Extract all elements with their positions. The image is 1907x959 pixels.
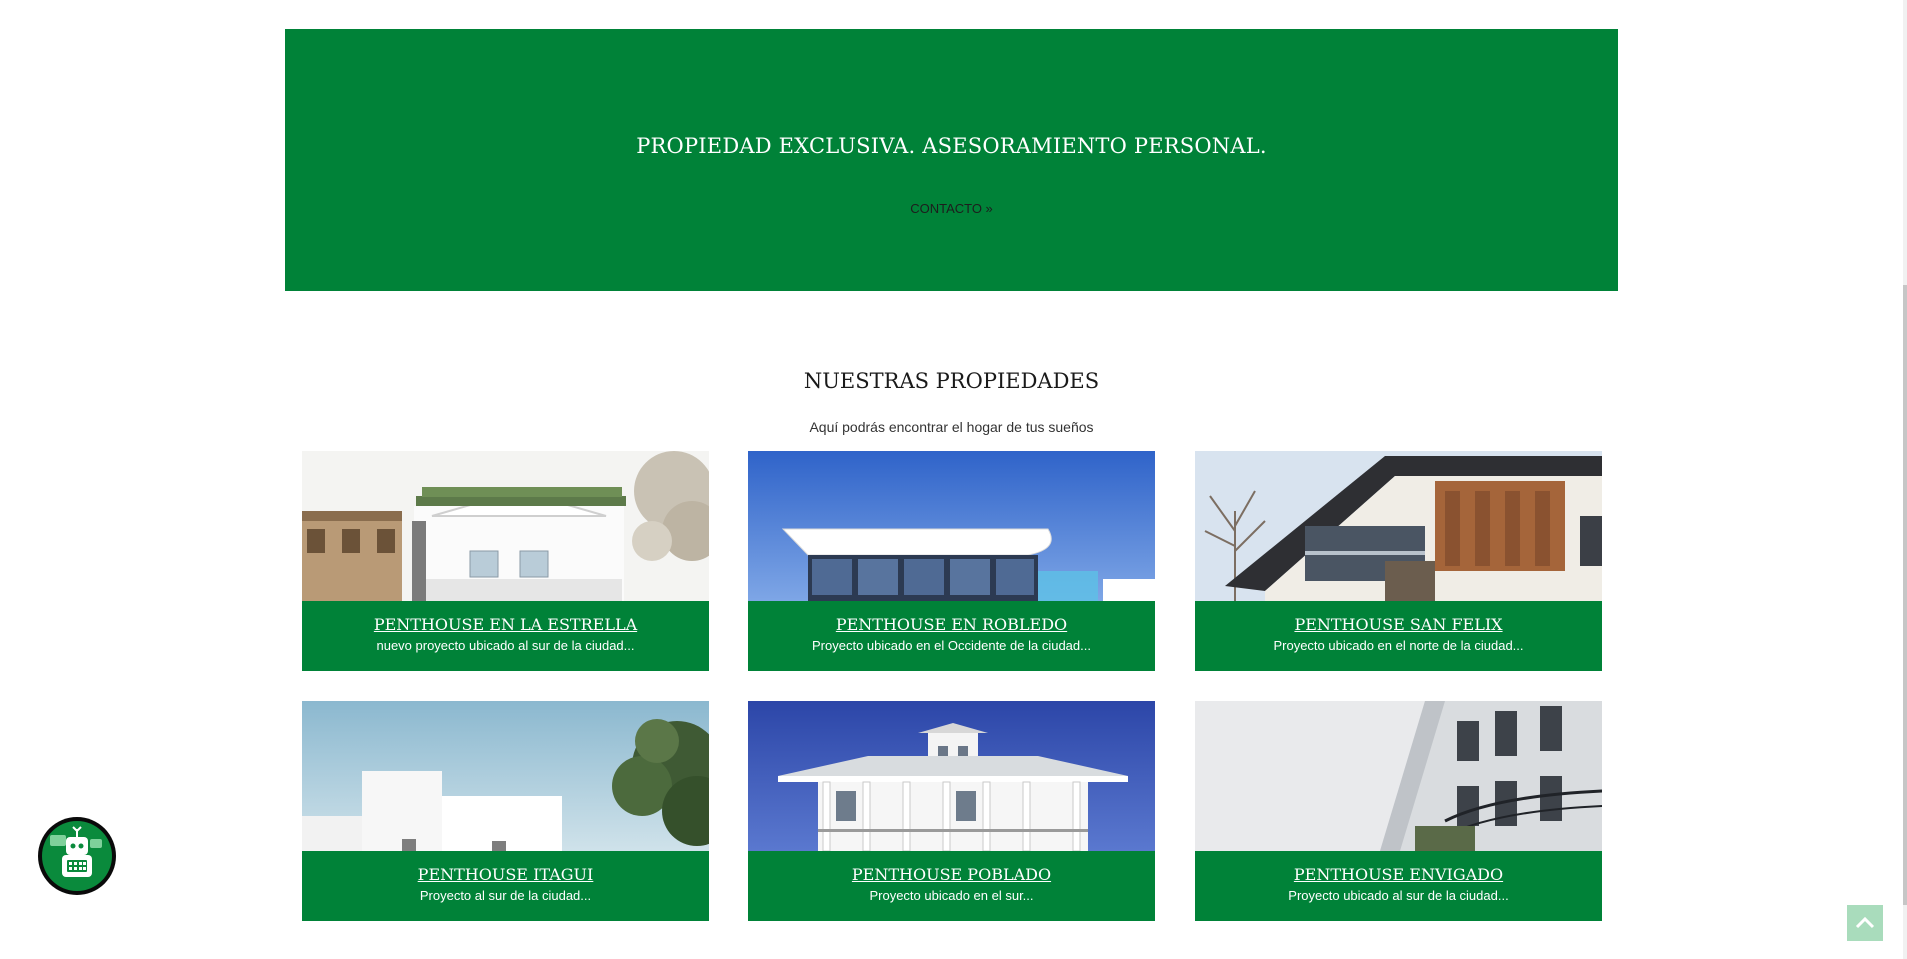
property-caption: PENTHOUSE EN ROBLEDO Proyecto ubicado en… [748,601,1155,671]
property-description: Proyecto ubicado al sur de la ciudad... [1288,888,1509,903]
property-caption: PENTHOUSE POBLADO Proyecto ubicado en el… [748,851,1155,921]
property-title[interactable]: PENTHOUSE EN ROBLEDO [748,615,1155,634]
property-card-itagui[interactable]: PENTHOUSE ITAGUI Proyecto al sur de la c… [302,701,709,921]
page: PROPIEDAD EXCLUSIVA. ASESORAMIENTO PERSO… [0,0,1907,959]
hero-title: PROPIEDAD EXCLUSIVA. ASESORAMIENTO PERSO… [636,134,1267,158]
property-description: Proyecto ubicado en el norte de la ciuda… [1273,638,1524,653]
property-photo [748,701,1155,851]
chatbot-button-face [42,821,112,891]
property-description: Proyecto al sur de la ciudad... [419,888,592,903]
property-card-robledo[interactable]: PENTHOUSE EN ROBLEDO Proyecto ubicado en… [748,451,1155,671]
hero-banner: PROPIEDAD EXCLUSIVA. ASESORAMIENTO PERSO… [285,29,1618,291]
property-photo [302,451,709,601]
properties-section-subtitle: Aquí podrás encontrar el hogar de tus su… [809,419,1094,435]
property-title[interactable]: PENTHOUSE POBLADO [748,865,1155,884]
property-card-poblado[interactable]: PENTHOUSE POBLADO Proyecto ubicado en el… [748,701,1155,921]
property-photo [302,701,709,851]
property-title[interactable]: PENTHOUSE SAN FELIX [1195,615,1602,634]
property-description: nuevo proyecto ubicado al sur de la ciud… [376,638,635,653]
scroll-to-top-button[interactable] [1847,905,1883,941]
chevron-up-icon [1855,916,1875,929]
scrollbar-thumb[interactable] [1903,285,1907,905]
property-card-san-felix[interactable]: PENTHOUSE SAN FELIX Proyecto ubicado en … [1195,451,1602,671]
property-caption: PENTHOUSE EN LA ESTRELLA nuevo proyecto … [302,601,709,671]
property-photo [1195,701,1602,851]
contact-link[interactable]: CONTACTO » [285,201,1618,216]
property-title[interactable]: PENTHOUSE ITAGUI [302,865,709,884]
chatbot-button[interactable] [38,817,116,895]
property-photo [1195,451,1602,601]
property-card-la-estrella[interactable]: PENTHOUSE EN LA ESTRELLA nuevo proyecto … [302,451,709,671]
property-title[interactable]: PENTHOUSE EN LA ESTRELLA [302,615,709,634]
robot-icon [50,826,102,877]
properties-section-title: NUESTRAS PROPIEDADES [803,369,1100,393]
property-description: Proyecto ubicado en el Occidente de la c… [812,638,1091,653]
property-card-envigado[interactable]: PENTHOUSE ENVIGADO Proyecto ubicado al s… [1195,701,1602,921]
page-scrollbar[interactable] [1903,0,1907,959]
property-title[interactable]: PENTHOUSE ENVIGADO [1195,865,1602,884]
property-description: Proyecto ubicado en el sur... [869,888,1034,903]
property-caption: PENTHOUSE ENVIGADO Proyecto ubicado al s… [1195,851,1602,921]
property-photo [748,451,1155,601]
property-caption: PENTHOUSE SAN FELIX Proyecto ubicado en … [1195,601,1602,671]
property-caption: PENTHOUSE ITAGUI Proyecto al sur de la c… [302,851,709,921]
